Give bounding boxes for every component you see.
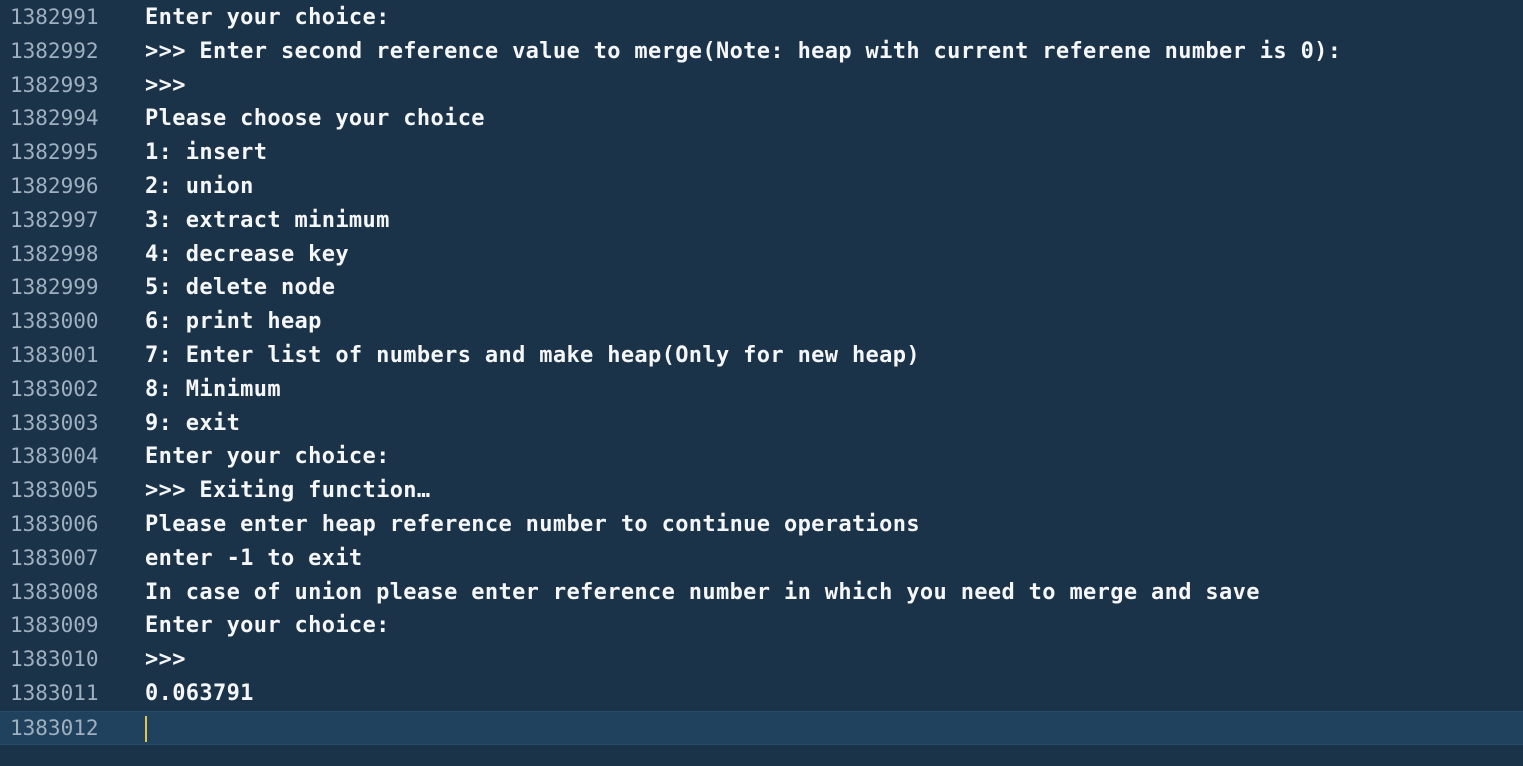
line-number: 1383002 [10,376,99,401]
line-text: 0.063791 [145,680,254,706]
line-number: 1383010 [10,647,99,672]
line-number: 1382996 [10,173,99,198]
line-text: >>> [145,647,186,673]
line-text: 4: decrease key [145,241,349,267]
current-editor-line[interactable]: 1383012 [0,710,1523,745]
editor-line[interactable]: 1383003 9: exit [0,407,1523,441]
line-number: 1382993 [10,72,99,97]
line-text: 5: delete node [145,275,336,301]
editor-line[interactable]: 1382992 >>> Enter second reference value … [0,35,1523,69]
editor-line[interactable]: 1383007 enter -1 to exit [0,542,1523,576]
line-number: 1382999 [10,275,99,300]
editor-line[interactable]: 1382996 2: union [0,170,1523,204]
line-number: 1382995 [10,140,99,165]
editor-line[interactable]: 1383009 Enter your choice: [0,609,1523,643]
editor-line[interactable]: 1383000 6: print heap [0,305,1523,339]
line-number: 1383012 [10,715,99,740]
editor-line[interactable]: 1383001 7: Enter list of numbers and make… [0,339,1523,373]
line-text: 2: union [145,173,254,199]
text-editor[interactable]: 1382991 Enter your choice: 1382992 >>> Ent… [0,0,1523,766]
editor-line[interactable]: 1383008 In case of union please enter ref… [0,576,1523,610]
editor-line[interactable]: 1382998 4: decrease key [0,238,1523,272]
line-text: 3: extract minimum [145,207,390,233]
line-text: >>> Enter second reference value to merg… [145,38,1342,64]
line-number: 1382997 [10,207,99,232]
line-number: 1383009 [10,613,99,638]
line-text: 6: print heap [145,309,322,335]
line-text: In case of union please enter reference … [145,579,1260,605]
line-text: 9: exit [145,410,241,436]
editor-line[interactable]: 1382997 3: extract minimum [0,204,1523,238]
line-number: 1383005 [10,478,99,503]
line-number: 1382991 [10,5,99,29]
line-number: 1383001 [10,342,99,367]
line-number: 1383004 [10,444,99,469]
line-text: >>> [145,72,186,98]
line-number: 1383007 [10,545,99,570]
line-text: 7: Enter list of numbers and make heap(O… [145,342,920,368]
line-number: 1382998 [10,241,99,266]
line-number: 1382994 [10,106,99,131]
line-text: Please enter heap reference number to co… [145,511,920,537]
editor-line[interactable]: 1382993 >>> [0,69,1523,103]
line-text: 8: Minimum [145,376,281,402]
editor-line[interactable]: 1383006 Please enter heap reference numbe… [0,508,1523,542]
editor-line[interactable]: 1383010 >>> [0,643,1523,677]
editor-line[interactable]: 1383004 Enter your choice: [0,440,1523,474]
line-text: >>> Exiting function… [145,478,431,504]
line-text: Enter your choice: [145,5,390,30]
editor-line[interactable]: 1382995 1: insert [0,136,1523,170]
editor-lines[interactable]: 1382991 Enter your choice: 1382992 >>> Ent… [0,1,1523,745]
text-cursor [145,715,147,742]
line-text: Please choose your choice [145,106,485,132]
editor-line[interactable]: 1383002 8: Minimum [0,373,1523,407]
line-number: 1383011 [10,680,99,705]
line-text: enter -1 to exit [145,545,363,571]
line-number: 1383006 [10,511,99,536]
editor-line[interactable]: 1382994 Please choose your choice [0,102,1523,136]
line-number: 1382992 [10,38,99,63]
line-number: 1383000 [10,309,99,334]
line-text: 1: insert [145,140,268,166]
line-text: Enter your choice: [145,444,390,470]
line-text: Enter your choice: [145,613,390,639]
editor-line[interactable]: 1383011 0.063791 [0,677,1523,711]
editor-line[interactable]: 1382991 Enter your choice: [0,1,1523,35]
line-number: 1383008 [10,579,99,604]
editor-line[interactable]: 1383005 >>> Exiting function… [0,474,1523,508]
editor-line[interactable]: 1382999 5: delete node [0,271,1523,305]
line-number: 1383003 [10,410,99,435]
